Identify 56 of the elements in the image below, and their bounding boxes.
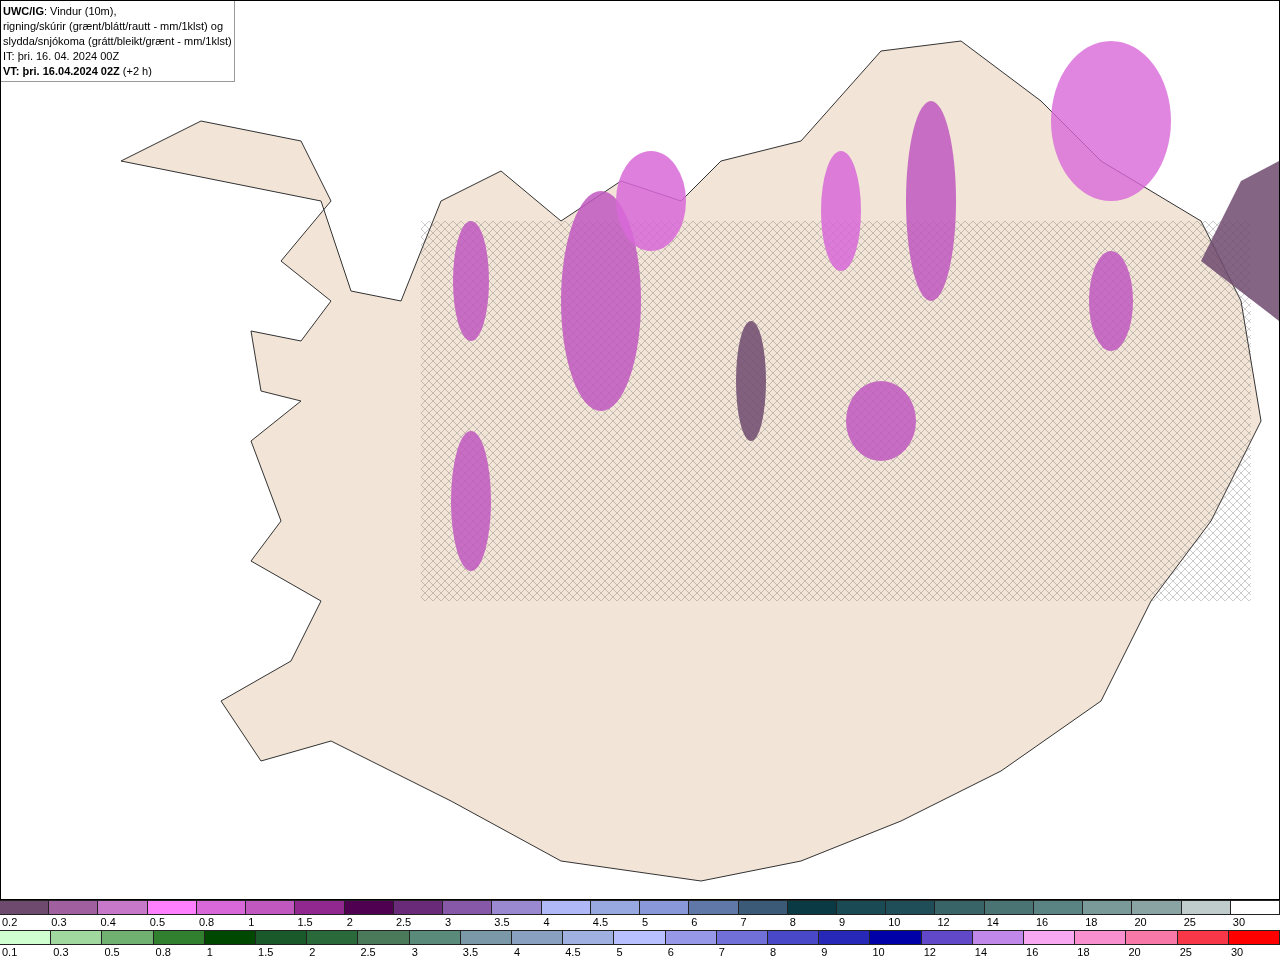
- legend-label: 3: [410, 945, 418, 960]
- legend-label: 20: [1127, 945, 1141, 960]
- legend-label: 0.5: [103, 945, 120, 960]
- legend-label: 2.5: [359, 945, 376, 960]
- legend-label: 12: [922, 945, 936, 960]
- legend-label: 9: [838, 915, 846, 930]
- legend-label: 4.5: [591, 915, 609, 930]
- legend-label: 6: [666, 945, 674, 960]
- legend-label: 14: [985, 915, 999, 930]
- legend-label: 20: [1133, 915, 1147, 930]
- legend-label: 3.5: [461, 945, 479, 960]
- legend-label: 3: [444, 915, 452, 930]
- header-text: rigning/skúrir (grænt/blátt/rautt - mm/1klst) og: [3, 19, 225, 34]
- legend-label: 25: [1182, 915, 1196, 930]
- legend-label: 2: [308, 945, 316, 960]
- legend-label: 0.2: [1, 915, 18, 930]
- legend-label: 1.5: [257, 945, 274, 960]
- legend-label: 0.8: [154, 945, 171, 960]
- header-text: UWC/IG: Vindur (10m),: [3, 4, 118, 19]
- legend-label: 12: [936, 915, 950, 930]
- legend-label: 7: [717, 945, 725, 960]
- legend-label: 9: [820, 945, 828, 960]
- legend-label: 0.3: [52, 945, 69, 960]
- legend-label: 0.5: [148, 915, 165, 930]
- legend-label: 1: [247, 915, 255, 930]
- legend-label: 8: [788, 915, 796, 930]
- legend-label: 5: [615, 945, 623, 960]
- header-text: IT: þri. 16. 04. 2024 00Z: [3, 49, 121, 64]
- legend-label: 10: [887, 915, 901, 930]
- legend-label: 18: [1084, 915, 1098, 930]
- legend-label: 0.4: [99, 915, 116, 930]
- legend-label: 14: [973, 945, 988, 960]
- legend-label: 2.5: [394, 915, 412, 930]
- legend-label: 18: [1076, 945, 1090, 960]
- legend-label: 3.5: [493, 915, 510, 930]
- legend-label: 4: [513, 945, 521, 960]
- legend-label: 0.1: [1, 945, 18, 960]
- legend-label: 16: [1025, 945, 1039, 960]
- legend-label: 8: [769, 945, 777, 960]
- header-text: VT: þri. 16.04.2024 02Z (+2 h): [3, 64, 153, 79]
- legend-label: 0.8: [197, 915, 215, 930]
- header-text: slydda/snjókoma (grátt/bleikt/grænt - mm/1klst): [3, 34, 232, 49]
- legend-label: 4.5: [564, 945, 581, 960]
- legend-label: 5: [641, 915, 649, 930]
- legend-label: 2: [345, 915, 353, 930]
- legend-label: 0.3: [50, 915, 67, 930]
- legend-label: 1.5: [296, 915, 313, 930]
- legend-label: 6: [690, 915, 698, 930]
- legend-label: 16: [1034, 915, 1049, 930]
- legend-label: 1: [205, 945, 213, 960]
- legend-label: 30: [1231, 915, 1246, 930]
- legend-label: 30: [1229, 945, 1244, 960]
- legend-label: 4: [542, 915, 550, 930]
- legend-label: 10: [871, 945, 885, 960]
- legend-label: 25: [1178, 945, 1192, 960]
- legend-label: 7: [739, 915, 747, 930]
